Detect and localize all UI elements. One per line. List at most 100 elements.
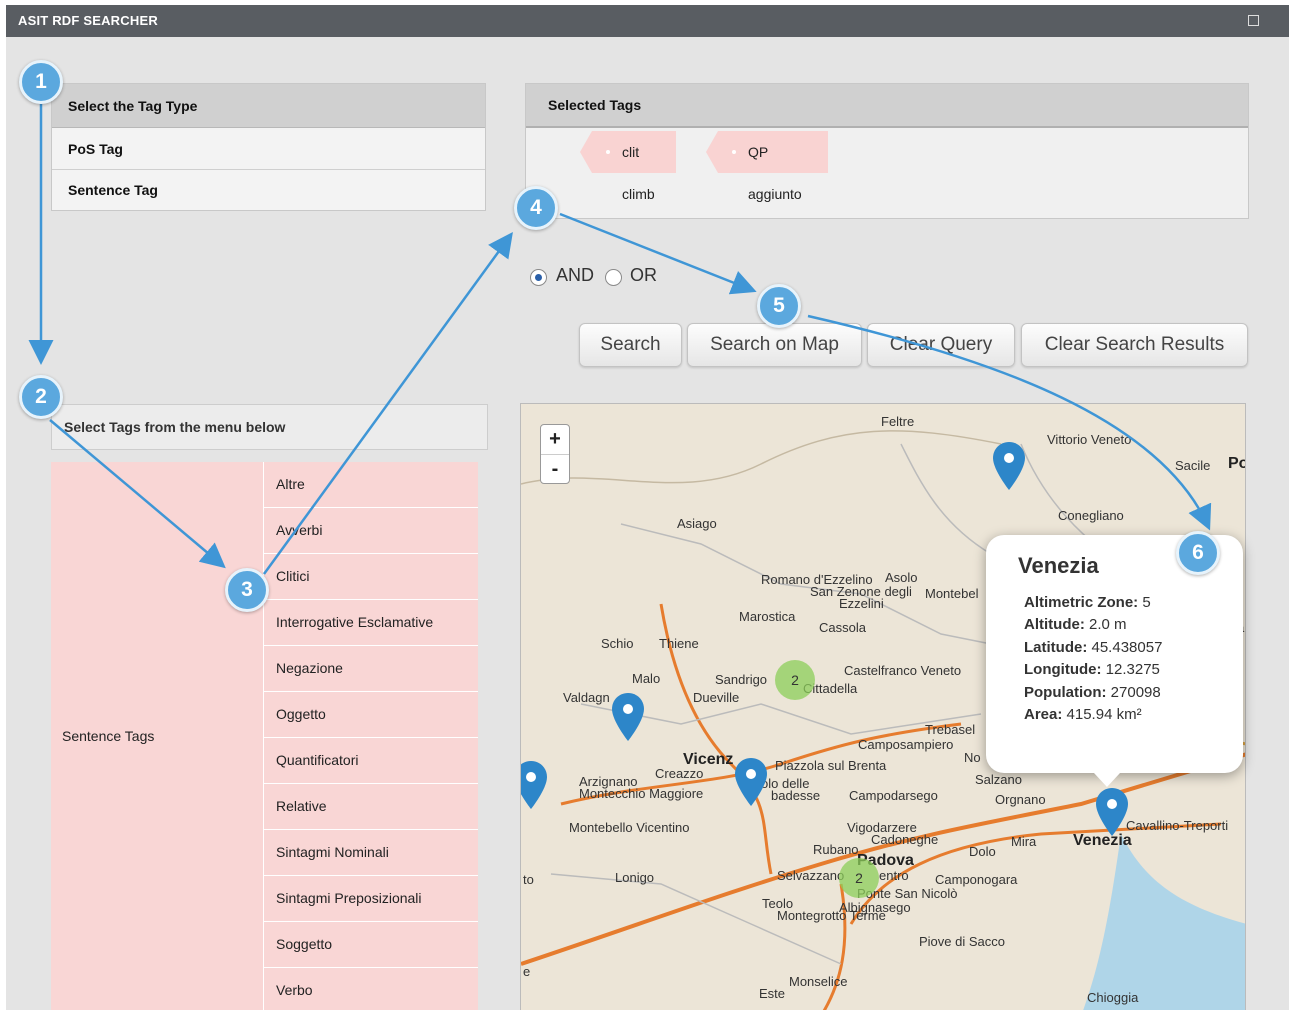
map-label: Po (1228, 455, 1245, 472)
popup-row: Altitude: 2.0 m (1024, 614, 1162, 636)
tag-menu-item[interactable]: Soggetto (264, 922, 478, 968)
tag-menu-item[interactable]: Altre (264, 462, 478, 508)
zoom-out-button[interactable]: - (541, 455, 569, 484)
maximize-icon[interactable] (1248, 15, 1259, 26)
popup-row-value: 45.438057 (1091, 638, 1163, 656)
tag-menu-item[interactable]: Oggetto (264, 692, 478, 738)
map-label: Thiene (659, 636, 699, 651)
step-badge: 4 (514, 186, 558, 230)
tag-menu-item[interactable]: Negazione (264, 646, 478, 692)
map-label: Vittorio Veneto (1047, 432, 1132, 447)
map-label: Montecchio Maggiore (579, 786, 704, 801)
popup-row: Area: 415.94 km² (1024, 704, 1162, 726)
tags-menu: Sentence Tags Altre Avverbi Clitici Inte… (51, 462, 478, 1010)
tag-menu-item[interactable]: Relative (264, 784, 478, 830)
venezia-marker-icon[interactable] (1096, 788, 1128, 836)
popup-row-label: Latitude: (1024, 638, 1088, 656)
map-label: Chioggia (1087, 990, 1139, 1005)
map-marker-icon[interactable] (520, 761, 547, 809)
popup-row-label: Area: (1024, 706, 1063, 724)
and-radio[interactable] (530, 269, 547, 286)
map-label: Orgnano (995, 792, 1046, 807)
tag-menu-item[interactable]: Clitici (264, 554, 478, 600)
selected-tag-label: clit climb (622, 144, 655, 202)
marker-cluster[interactable]: 2 (839, 858, 879, 898)
selected-tag[interactable]: clit climb (580, 131, 676, 202)
clear-search-results-button[interactable]: Clear Search Results (1021, 323, 1248, 367)
map-label: Piazzola sul Brenta (775, 758, 887, 773)
map-label: Asolo (885, 570, 918, 585)
map-label: Ezzelini (839, 596, 884, 611)
marker-cluster[interactable]: 2 (775, 660, 815, 700)
or-radio[interactable] (605, 269, 622, 286)
map-label: Feltre (881, 414, 915, 429)
map-label: Castelfranco Veneto (844, 663, 962, 678)
map-label: Montebello Vicentino (569, 820, 690, 835)
map-label: Asiago (677, 516, 717, 531)
tag-dot-icon (606, 150, 610, 154)
or-label: OR (630, 265, 657, 285)
map-label: Piove di Sacco (919, 934, 1005, 949)
map-label: Este (759, 986, 786, 1001)
popup-row: Altimetric Zone: 5 (1024, 592, 1162, 614)
and-label: AND (556, 265, 595, 285)
tag-menu-item[interactable]: Avverbi (264, 508, 478, 554)
map-label: Cavallino-Treporti (1126, 818, 1229, 833)
map-label: Camponogara (935, 872, 1018, 887)
map-label: Lonigo (615, 870, 655, 885)
popup-row-label: Altitude: (1024, 616, 1085, 634)
map-marker-icon[interactable] (735, 758, 767, 806)
map-label: Montegrotto Terme (777, 908, 886, 923)
tag-type-panel: Select the Tag Type PoS Tag Sentence Tag (51, 83, 486, 211)
popup-row-value: 5 (1142, 594, 1151, 611)
popup-row: Longitude: 12.3275 (1024, 659, 1162, 681)
tag-menu-item[interactable]: Sintagmi Nominali (264, 830, 478, 876)
popup-row: Population: 270098 (1024, 682, 1162, 704)
tag-dot-icon (732, 150, 736, 154)
map-marker-icon[interactable] (993, 442, 1025, 490)
map-label: Creazzo (655, 766, 704, 781)
map-label: Sandrigo (715, 672, 768, 687)
zoom-in-button[interactable]: + (541, 425, 569, 455)
map-label: to (523, 872, 534, 887)
map-marker-icon[interactable] (612, 693, 644, 741)
map-label: Selvazzano (777, 868, 845, 883)
map-label: No (964, 750, 981, 765)
zoom-control: + - (540, 424, 570, 484)
search-on-map-button[interactable]: Search on Map (687, 323, 862, 367)
step-badge: 6 (1176, 531, 1220, 575)
window-title: ASIT RDF SEARCHER (18, 13, 158, 28)
tag-menu-item[interactable]: Sintagmi Preposizionali (264, 876, 478, 922)
map-label: Conegliano (1058, 508, 1124, 523)
tags-category[interactable]: Sentence Tags (51, 462, 264, 1010)
map-label: Mira (1011, 834, 1037, 849)
selected-tags-header: Selected Tags (526, 84, 1248, 128)
map-label: Campodarsego (849, 788, 938, 803)
map-label: Marostica (739, 609, 796, 624)
popup-row-label: Altimetric Zone: (1024, 594, 1139, 611)
tag-menu-item[interactable]: Quantificatori (264, 738, 478, 784)
tag-type-pos[interactable]: PoS Tag (52, 128, 485, 170)
step-badge: 5 (757, 284, 801, 328)
popup-row: Latitude: 45.438057 (1024, 637, 1162, 659)
clear-query-button[interactable]: Clear Query (867, 323, 1015, 367)
map-label: Dolo (969, 844, 996, 859)
tag-menu-item[interactable]: Verbo (264, 968, 478, 1010)
tag-type-header: Select the Tag Type (52, 84, 485, 128)
popup-row-value: 12.3275 (1105, 661, 1160, 679)
step-badge: 2 (19, 375, 63, 419)
map-label: Cadoneghe (871, 832, 939, 847)
popup-title: Venezia (1018, 553, 1099, 578)
popup-details: Altimetric Zone: 5 Altitude: 2.0 m Latit… (1024, 592, 1162, 726)
popup-row-label: Population: (1024, 683, 1107, 701)
tag-type-sentence[interactable]: Sentence Tag (52, 170, 485, 210)
map-label: Valdagn (563, 690, 610, 705)
map-label: Malo (632, 671, 661, 686)
map-label: Trebasel (925, 722, 976, 737)
tag-menu-item[interactable]: Interrogative Esclamative (264, 600, 478, 646)
popup-row-label: Longitude: (1024, 661, 1102, 679)
selected-tag[interactable]: QP aggiunto (706, 131, 828, 202)
search-button[interactable]: Search (579, 323, 682, 367)
map-label: Rubano (813, 842, 859, 857)
map-label: Monselice (789, 974, 848, 989)
